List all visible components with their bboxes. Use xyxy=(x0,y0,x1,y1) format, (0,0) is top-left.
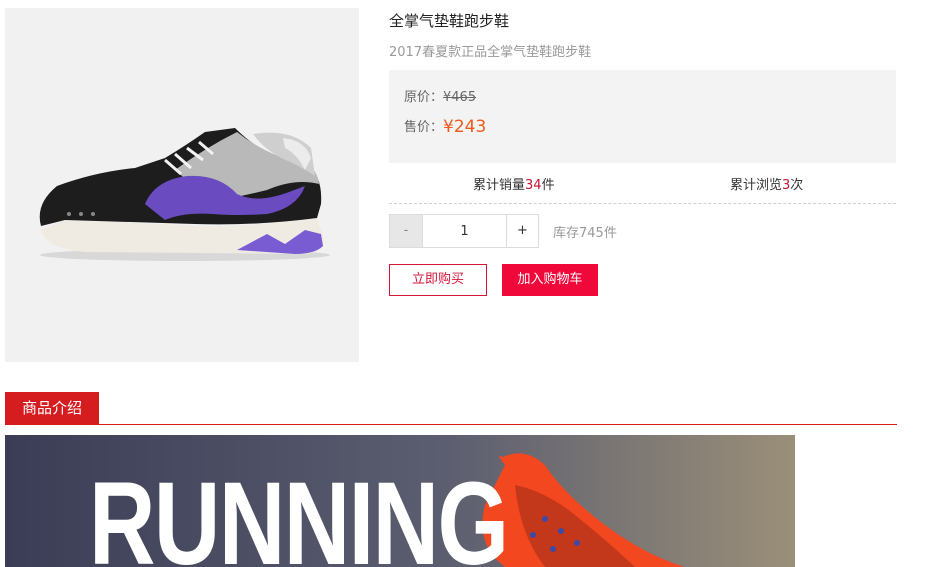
product-subtitle: 2017春夏款正品全掌气垫鞋跑步鞋 xyxy=(389,45,592,60)
cumulative-views: 累计浏览3次 xyxy=(730,174,803,193)
sales-prefix: 累计销量 xyxy=(473,178,526,193)
sale-price-value: ¥243 xyxy=(443,117,487,137)
views-suffix: 次 xyxy=(790,178,804,193)
buy-now-button[interactable]: 立即购买 xyxy=(389,264,487,296)
price-panel: 原价：¥465 售价：¥243 xyxy=(389,70,896,163)
product-intro-banner: RUNNING xyxy=(5,435,795,567)
banner-title: RUNNING xyxy=(89,458,509,567)
views-prefix: 累计浏览 xyxy=(730,178,783,193)
original-price-row: 原价：¥465 xyxy=(404,86,476,105)
sales-count: 34 xyxy=(525,178,542,193)
sale-price-row: 售价：¥243 xyxy=(404,116,486,137)
product-image[interactable] xyxy=(5,8,359,362)
decrease-quantity-button[interactable]: - xyxy=(390,215,423,247)
stock-text: 库存745件 xyxy=(553,226,617,241)
quantity-input[interactable] xyxy=(423,215,506,247)
sale-price-label: 售价： xyxy=(404,120,444,135)
quantity-stepper: - + xyxy=(389,214,539,248)
tab-product-intro[interactable]: 商品介绍 xyxy=(5,392,99,424)
sales-suffix: 件 xyxy=(541,178,555,193)
section-divider xyxy=(5,424,897,425)
cumulative-sales: 累计销量34件 xyxy=(473,174,555,193)
add-to-cart-button[interactable]: 加入购物车 xyxy=(502,264,598,296)
running-shoe-illustration xyxy=(39,128,330,261)
original-price-label: 原价： xyxy=(404,90,444,105)
product-title: 全掌气垫鞋跑步鞋 xyxy=(389,12,510,30)
original-price-value: ¥465 xyxy=(443,90,477,105)
increase-quantity-button[interactable]: + xyxy=(506,215,538,247)
product-stats: 累计销量34件 累计浏览3次 xyxy=(389,163,896,204)
